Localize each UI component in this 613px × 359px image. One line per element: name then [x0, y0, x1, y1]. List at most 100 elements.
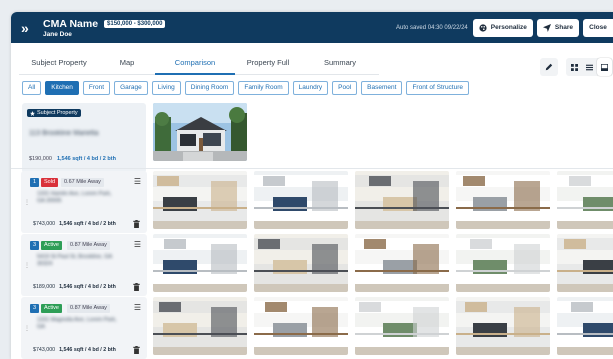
kitchen-image: [456, 171, 550, 229]
filter-laundry[interactable]: Laundry: [292, 81, 329, 95]
view-mode-group: [566, 58, 613, 76]
kitchen-image: [153, 171, 247, 229]
distance-badge: 0.87 Mile Away: [67, 304, 110, 313]
status-badge: Active: [41, 304, 62, 313]
tab-summary[interactable]: Summary: [301, 55, 379, 74]
comp-number: 3: [30, 241, 39, 250]
filter-pool[interactable]: Pool: [332, 81, 358, 95]
personalize-button[interactable]: Personalize: [472, 18, 533, 37]
kitchen-image: [153, 297, 247, 355]
subject-photo[interactable]: [153, 103, 247, 161]
filter-living[interactable]: Living: [151, 81, 181, 95]
distance-badge: 0.67 Mile Away: [61, 178, 104, 187]
trash-icon[interactable]: [133, 346, 140, 354]
comp-meta: $189,000 1,546 sqft / 4 bd / 2 bth: [33, 284, 116, 290]
tab-map[interactable]: Map: [99, 55, 155, 74]
kitchen-photo[interactable]: [153, 297, 247, 355]
kitchen-photo[interactable]: [355, 297, 449, 355]
comp-meta: $743,000 1,546 sqft / 4 bd / 2 bth: [33, 347, 116, 353]
kitchen-photo[interactable]: [254, 234, 348, 292]
house-exterior-image: [153, 103, 247, 161]
hamburger-menu-icon[interactable]: ☰: [134, 303, 141, 312]
drag-handle-icon[interactable]: ⋮: [24, 262, 30, 269]
section-divider: [11, 168, 613, 169]
subject-spec: 1,546 sqft / 4 bd / 2 bth: [56, 156, 116, 162]
filter-dining-room[interactable]: Dining Room: [184, 81, 235, 95]
comp-spec: 1,546 sqft / 4 bd / 2 bth: [59, 284, 116, 290]
filter-family-room[interactable]: Family Room: [238, 81, 289, 95]
single-view-button[interactable]: [597, 58, 612, 76]
edit-button[interactable]: [540, 58, 558, 76]
cma-name: CMA Name: [43, 17, 99, 30]
kitchen-photo[interactable]: [153, 171, 247, 229]
trash-icon[interactable]: [133, 220, 140, 228]
filter-kitchen[interactable]: Kitchen: [45, 81, 79, 95]
grid-view-button[interactable]: [567, 58, 582, 76]
comp-number: 3: [30, 304, 39, 313]
comp-address: 5419 St Paul St, Brookline, GA 30324: [37, 254, 112, 267]
kitchen-photo[interactable]: [557, 297, 613, 355]
drag-handle-icon[interactable]: ⋮: [24, 199, 30, 206]
kitchen-image: [557, 234, 613, 292]
tab-property-full[interactable]: Property Full: [235, 55, 301, 74]
share-label: Share: [554, 24, 573, 31]
close-button[interactable]: Close: [583, 18, 613, 37]
kitchen-photo[interactable]: [557, 234, 613, 292]
kitchen-photo[interactable]: [456, 297, 550, 355]
kitchen-photo[interactable]: [456, 234, 550, 292]
single-view-icon: [601, 63, 608, 71]
list-view-button[interactable]: [582, 58, 597, 76]
subject-address: 113 Brookline Marietta: [29, 130, 99, 137]
kitchen-image: [456, 234, 550, 292]
filter-front-of-structure[interactable]: Front of Structure: [406, 81, 470, 95]
kitchen-photo[interactable]: [254, 171, 348, 229]
status-badge: Sold: [41, 178, 59, 187]
kitchen-photo[interactable]: [557, 171, 613, 229]
autosave-status: Auto saved 04:30 09/22/24: [396, 24, 468, 31]
kitchen-photo[interactable]: [153, 234, 247, 292]
comp-card-1[interactable]: ⋮ 1 Sold 0.67 Mile Away ☰ 1331 Hamlin Av…: [21, 171, 147, 233]
kitchen-photo[interactable]: [456, 171, 550, 229]
comp-card-2[interactable]: ⋮ 3 Active 0.87 Mile Away ☰ 5419 St Paul…: [21, 234, 147, 296]
filter-all[interactable]: All: [22, 81, 42, 95]
grid-icon: [571, 63, 578, 71]
comp-spec: 1,546 sqft / 4 bd / 2 bth: [59, 221, 116, 227]
kitchen-photo[interactable]: [355, 171, 449, 229]
kitchen-photo[interactable]: [355, 234, 449, 292]
personalize-label: Personalize: [490, 24, 527, 31]
send-icon: [542, 23, 551, 32]
filter-basement[interactable]: Basement: [361, 81, 403, 95]
view-tools: [537, 58, 613, 76]
status-badge: Active: [41, 241, 62, 250]
comp-price: $743,000: [33, 347, 56, 353]
comp-spec: 1,546 sqft / 4 bd / 2 bth: [59, 347, 116, 353]
kitchen-image: [254, 297, 348, 355]
hamburger-menu-icon[interactable]: ☰: [134, 177, 141, 186]
kitchen-image: [153, 234, 247, 292]
comp-card-3[interactable]: ⋮ 3 Active 0.87 Mile Away ☰ 1331 Magnoli…: [21, 297, 147, 359]
subject-property-card[interactable]: Subject Property 113 Brookline Marietta …: [22, 103, 146, 173]
header-titles: CMA Name $150,000 - $300,000 Jane Doe: [43, 17, 166, 38]
share-button[interactable]: Share: [536, 18, 579, 37]
double-chevron-right-icon[interactable]: »: [21, 20, 39, 36]
tab-comparison[interactable]: Comparison: [155, 55, 235, 75]
subject-price: $190,000: [29, 156, 52, 162]
trash-icon[interactable]: [133, 283, 140, 291]
pencil-icon: [545, 63, 553, 71]
kitchen-photo[interactable]: [254, 297, 348, 355]
filter-front[interactable]: Front: [82, 81, 111, 95]
drag-handle-icon[interactable]: ⋮: [24, 325, 30, 332]
comp-meta: $743,000 1,546 sqft / 4 bd / 2 bth: [33, 221, 116, 227]
filter-garage[interactable]: Garage: [114, 81, 148, 95]
hamburger-menu-icon[interactable]: ☰: [134, 240, 141, 249]
subject-meta: $190,000 1,546 sqft / 4 bd / 2 bth: [29, 156, 116, 162]
comp-address: 1331 Magnolia Ave, Lorem Park, GA: [37, 317, 117, 330]
kitchen-image: [355, 297, 449, 355]
kitchen-image: [254, 234, 348, 292]
view-tabs: Subject Property Map Comparison Property…: [19, 55, 379, 75]
comp-number: 1: [30, 178, 39, 187]
owner-name: Jane Doe: [43, 30, 72, 38]
distance-badge: 0.87 Mile Away: [67, 241, 110, 250]
comp-address: 1331 Hamlin Ave, Lorem Park, GA 30005: [37, 191, 112, 204]
tab-subject-property[interactable]: Subject Property: [19, 55, 99, 74]
